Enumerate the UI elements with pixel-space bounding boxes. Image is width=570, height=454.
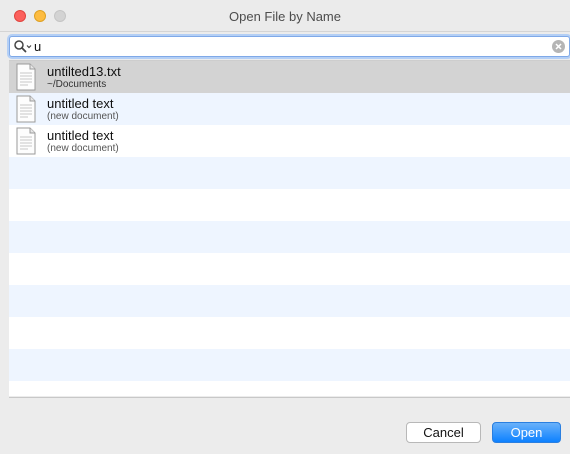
empty-row	[9, 381, 570, 396]
empty-row	[9, 157, 570, 189]
file-row-selected[interactable]: untilted13.txt ~/Documents	[9, 61, 570, 93]
document-icon	[14, 63, 38, 91]
file-path: (new document)	[47, 143, 119, 154]
search-field[interactable]	[9, 36, 570, 57]
dialog-footer: Cancel Open	[9, 397, 570, 454]
title-bar[interactable]: Open File by Name	[0, 0, 570, 32]
file-name: untilted13.txt	[47, 64, 121, 79]
empty-row	[9, 317, 570, 349]
document-icon	[14, 95, 38, 123]
file-row[interactable]: untitled text (new document)	[9, 125, 570, 157]
document-icon	[14, 127, 38, 155]
empty-row	[9, 221, 570, 253]
file-path: (new document)	[47, 111, 119, 122]
search-input[interactable]	[34, 38, 534, 55]
resize-handle[interactable]	[564, 397, 570, 454]
open-file-by-name-window: Open File by Name u untilted13.txt ~/Doc…	[0, 0, 570, 454]
cancel-button[interactable]: Cancel	[406, 422, 481, 443]
file-name: untitled text	[47, 96, 114, 111]
file-list[interactable]: untilted13.txt ~/Documents untitled text…	[9, 60, 570, 396]
file-row[interactable]: untitled text (new document)	[9, 93, 570, 125]
empty-row	[9, 253, 570, 285]
window-title: Open File by Name	[229, 9, 341, 24]
search-icon[interactable]	[13, 39, 33, 54]
search-bar	[0, 32, 570, 61]
empty-row	[9, 189, 570, 221]
file-name: untitled text	[47, 128, 114, 143]
open-button[interactable]: Open	[492, 422, 561, 443]
clear-search-icon[interactable]	[551, 39, 566, 54]
file-path: ~/Documents	[47, 79, 107, 90]
empty-row	[9, 285, 570, 317]
empty-row	[9, 349, 570, 381]
